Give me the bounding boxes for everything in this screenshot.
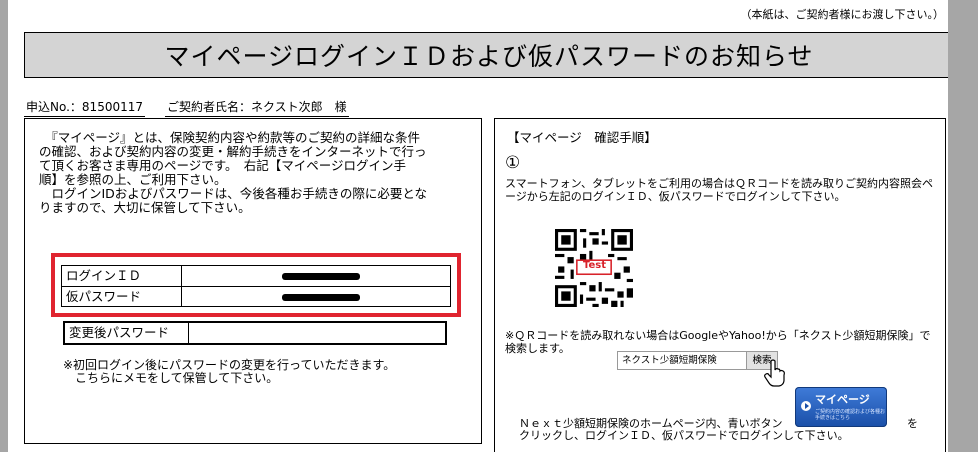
changed-password-row: 変更後パスワード bbox=[63, 321, 447, 345]
changed-password-value bbox=[189, 323, 445, 343]
memo-text: ※初回ログイン後にパスワードの変更を行っていただきます。 こちらにメモをして保管… bbox=[63, 358, 396, 385]
contractor-name: ご契約者氏名：ネクスト次郎 様 bbox=[165, 98, 349, 117]
changed-password-label: 変更後パスワード bbox=[65, 323, 189, 343]
handover-note: （本紙は、ご契約者様にお渡し下さい。） bbox=[740, 8, 945, 21]
smartphone-instructions: スマートフォン、タブレットをご利用の場合はＱＲコードを読み取りご契約内容照会ペー… bbox=[505, 177, 934, 203]
redaction-mark bbox=[282, 273, 360, 280]
application-number: 申込No.：81500117 bbox=[24, 98, 146, 117]
document-page: （本紙は、ご契約者様にお渡し下さい。） マイページログインＩＤおよび仮パスワード… bbox=[8, 0, 978, 452]
intro-text: 『マイページ』とは、保険契約内容や約款等のご契約の詳細な条件 の確認、および契約… bbox=[39, 130, 427, 215]
search-box-illustration: ネクスト少額短期保険 検索 bbox=[617, 351, 778, 370]
mypage-button[interactable]: マイページ ご契約内容の確認および各種お手続きはこちら bbox=[795, 387, 887, 427]
temp-password-label: 仮パスワード bbox=[62, 287, 182, 307]
login-id-row: ログインＩＤ bbox=[62, 266, 450, 287]
login-id-value bbox=[182, 266, 450, 286]
step-number: ① bbox=[505, 153, 521, 173]
credentials-panel: 『マイページ』とは、保険契約内容や約款等のご契約の詳細な条件 の確認、および契約… bbox=[24, 118, 482, 444]
play-icon bbox=[801, 401, 811, 411]
page-title: マイページログインＩＤおよび仮パスワードのお知らせ bbox=[24, 32, 954, 78]
login-id-label: ログインＩＤ bbox=[62, 266, 182, 286]
qr-test-label: Test bbox=[583, 260, 607, 271]
credentials-table: ログインＩＤ 仮パスワード bbox=[61, 265, 451, 307]
redaction-mark bbox=[282, 294, 360, 301]
search-input[interactable]: ネクスト少額短期保険 bbox=[618, 352, 746, 369]
login-steps-panel: 【マイページ 確認手順】 ① スマートフォン、タブレットをご利用の場合はＱＲコー… bbox=[494, 118, 946, 452]
hand-cursor-icon bbox=[764, 359, 785, 387]
homepage-instructions-line2: クリックし、ログインＩＤ、仮パスワードでログインして下さい。 bbox=[519, 429, 849, 442]
steps-heading: 【マイページ 確認手順】 bbox=[507, 130, 657, 145]
temp-password-row: 仮パスワード bbox=[62, 287, 450, 307]
credentials-highlight: ログインＩＤ 仮パスワード bbox=[51, 253, 461, 317]
mypage-button-sublabel: ご契約内容の確認および各種お手続きはこちら bbox=[815, 409, 886, 421]
temp-password-value bbox=[182, 287, 450, 307]
homepage-instructions-line1-end: を bbox=[907, 417, 918, 430]
mypage-button-label: マイページ bbox=[815, 393, 870, 406]
info-line: 申込No.：81500117 ご契約者氏名：ネクスト次郎 様 bbox=[24, 98, 349, 117]
viewer-background bbox=[948, 0, 978, 452]
